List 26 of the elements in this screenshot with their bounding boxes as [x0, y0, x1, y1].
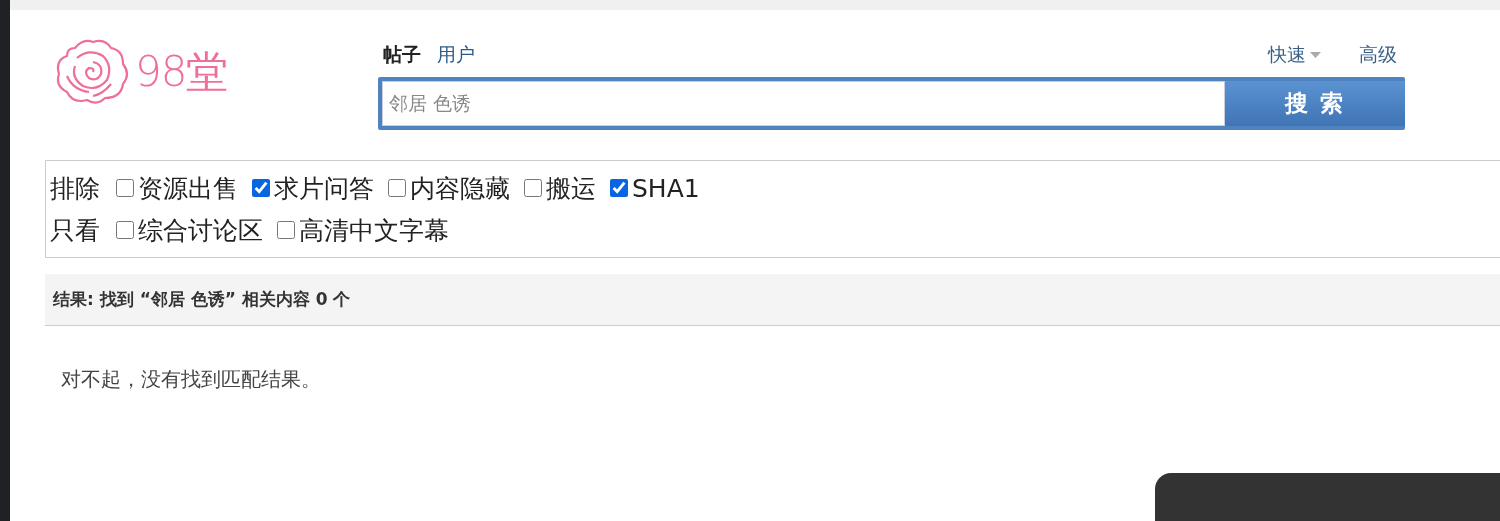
search-field[interactable]: 邻居 色诱: [382, 81, 1225, 126]
checkbox[interactable]: [524, 179, 542, 197]
logo-text: 98堂: [135, 46, 228, 98]
checkbox[interactable]: [277, 221, 295, 239]
checkbox[interactable]: [252, 179, 270, 197]
search-tab[interactable]: 帖子: [383, 42, 421, 68]
caret-icon: [1310, 52, 1321, 58]
advanced-link[interactable]: 高级: [1359, 42, 1397, 68]
checkbox-label: 高清中文字幕: [299, 214, 449, 247]
filter-label: 排除: [50, 172, 100, 205]
checkbox-label: SHA1: [632, 173, 700, 203]
checkbox[interactable]: [116, 221, 134, 239]
checkbox-label: 综合讨论区: [138, 214, 263, 247]
results-summary: 结果: 找到 “邻居 色诱” 相关内容 0 个: [53, 289, 351, 309]
search-tab[interactable]: 用户: [437, 42, 475, 68]
no-results-message: 对不起，没有找到匹配结果。: [61, 366, 322, 393]
checkbox[interactable]: [388, 179, 406, 197]
search-button[interactable]: 搜 索: [1225, 81, 1405, 126]
dropdown-link[interactable]: 快速: [1268, 42, 1321, 68]
checkbox-label: 资源出售: [138, 172, 238, 205]
checkbox[interactable]: [610, 179, 628, 197]
filter-label: 只看: [50, 214, 100, 247]
checkbox-label: 求片问答: [274, 172, 374, 205]
checkbox[interactable]: [116, 179, 134, 197]
checkbox-label: 内容隐藏: [410, 172, 510, 205]
checkbox-label: 搬运: [546, 172, 596, 205]
